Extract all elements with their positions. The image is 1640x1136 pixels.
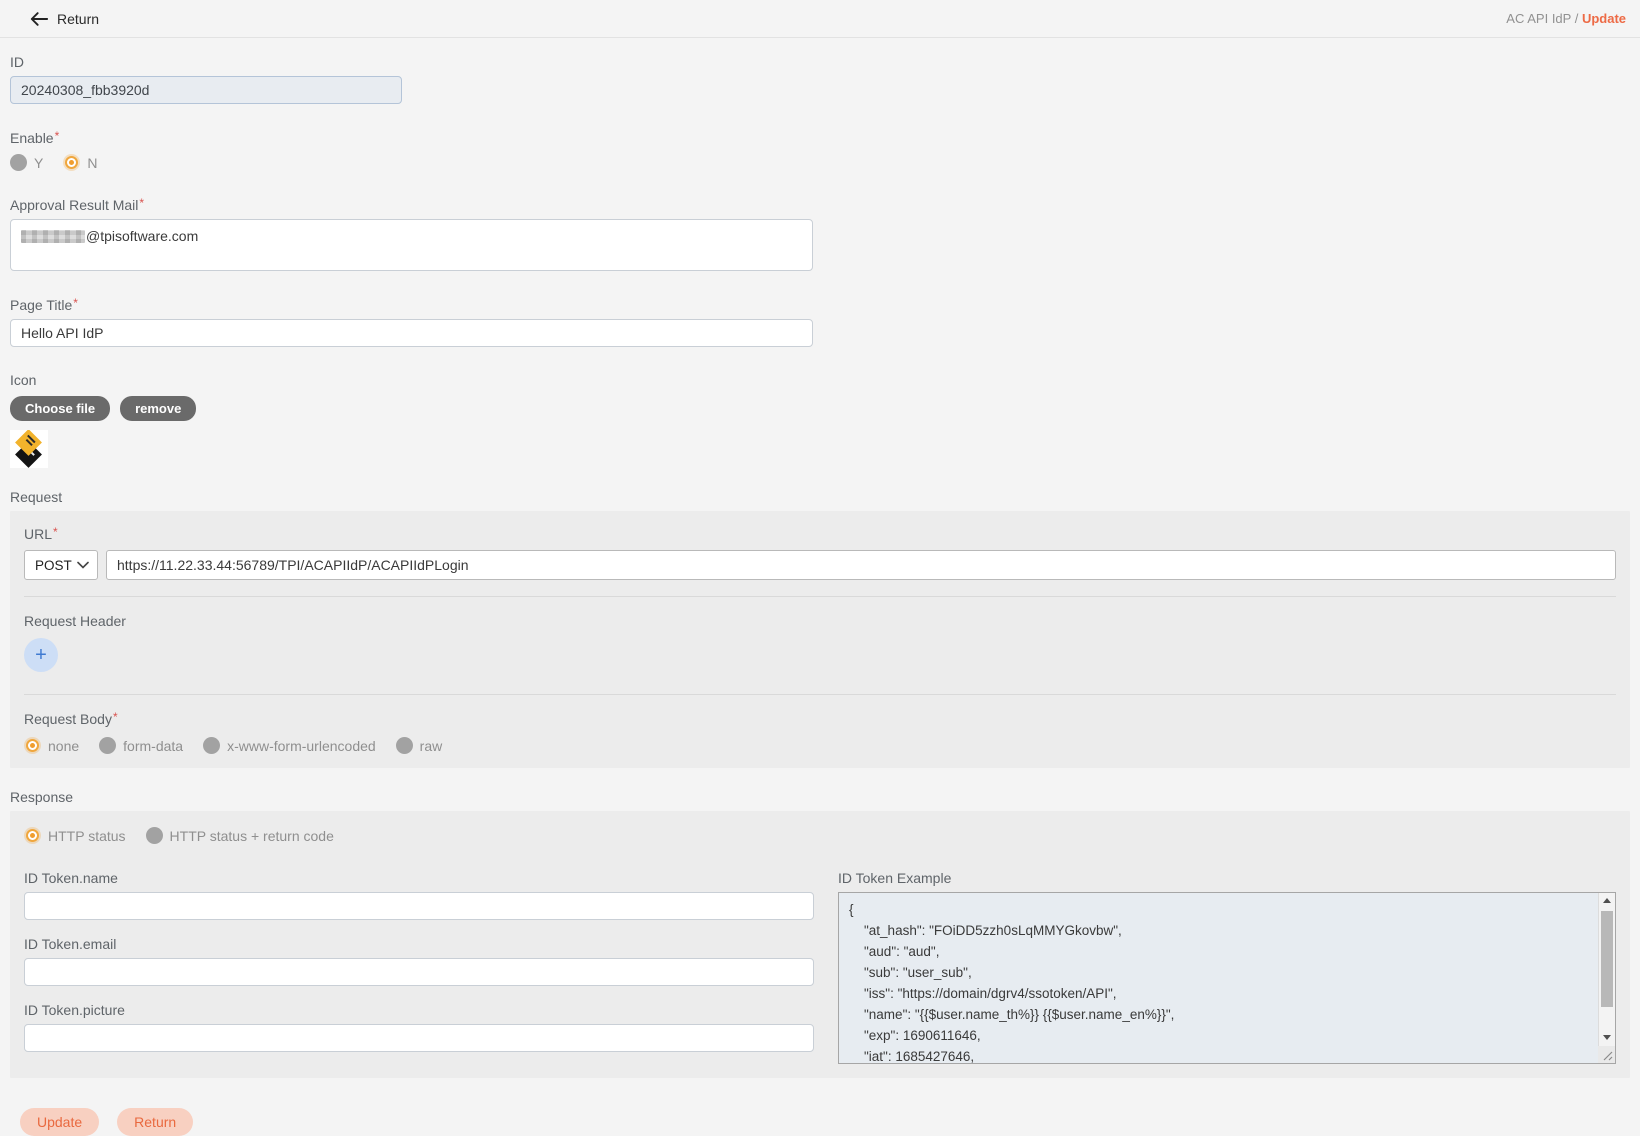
approval-mail-label: Approval Result Mail*	[10, 196, 1630, 213]
request-section-label: Request	[10, 489, 1630, 505]
response-columns: ID Token.name ID Token.email ID Token.pi…	[24, 870, 1616, 1064]
request-body-label: Request Body*	[24, 710, 1616, 727]
url-label-text: URL	[24, 526, 52, 542]
body-option-form-data[interactable]: form-data	[99, 737, 183, 754]
id-token-picture-input[interactable]	[24, 1024, 814, 1052]
vertical-scrollbar[interactable]	[1598, 893, 1615, 1063]
enable-option-y[interactable]: Y	[10, 154, 43, 171]
id-input	[10, 76, 402, 104]
radio-http-status-return-code[interactable]	[146, 827, 163, 844]
top-bar: Return AC API IdP / Update	[0, 0, 1640, 38]
enable-label: Enable*	[10, 129, 1630, 146]
resize-grip-icon[interactable]	[1598, 1046, 1615, 1063]
radio-n-selected[interactable]	[65, 156, 78, 169]
approval-mail-value: @tpisoftware.com	[86, 228, 198, 244]
response-radio-group: HTTP status HTTP status + return code	[24, 827, 1616, 844]
enable-option-n[interactable]: N	[63, 154, 97, 171]
radio-form-data[interactable]	[99, 737, 116, 754]
divider	[24, 694, 1616, 695]
body-option-urlencoded[interactable]: x-www-form-urlencoded	[203, 737, 376, 754]
radio-y-unselected[interactable]	[10, 154, 27, 171]
id-token-fields: ID Token.name ID Token.email ID Token.pi…	[24, 870, 814, 1064]
required-asterisk: *	[113, 710, 118, 724]
http-method-value: POST	[35, 558, 72, 573]
body-option-raw[interactable]: raw	[396, 737, 443, 754]
id-token-picture-label: ID Token.picture	[24, 1002, 814, 1018]
url-row: POST	[24, 550, 1616, 580]
footer-actions: Update Return	[20, 1108, 1630, 1136]
radio-urlencoded[interactable]	[203, 737, 220, 754]
response-option-http-status-return-code[interactable]: HTTP status + return code	[146, 827, 334, 844]
radio-none-label: none	[48, 738, 79, 754]
scroll-up-icon[interactable]	[1599, 893, 1616, 909]
radio-urlencoded-label: x-www-form-urlencoded	[227, 738, 376, 754]
breadcrumb: AC API IdP / Update	[1506, 11, 1626, 26]
id-token-email-input[interactable]	[24, 958, 814, 986]
id-token-example-textarea[interactable]: { "at_hash": "FOiDD5zzh0sLqMMYGkovbw", "…	[838, 892, 1616, 1064]
response-section-label: Response	[10, 789, 1630, 805]
approval-mail-label-text: Approval Result Mail	[10, 197, 138, 213]
request-header-label: Request Header	[24, 613, 1616, 629]
approval-mail-textarea[interactable]: @tpisoftware.com	[10, 219, 813, 271]
update-button[interactable]: Update	[20, 1108, 99, 1136]
return-link[interactable]: Return	[30, 11, 99, 27]
radio-raw-label: raw	[420, 738, 443, 754]
radio-y-label: Y	[34, 155, 43, 171]
breadcrumb-current: Update	[1582, 11, 1626, 26]
required-asterisk: *	[53, 525, 58, 539]
radio-http-status-label: HTTP status	[48, 828, 126, 844]
breadcrumb-section[interactable]: AC API IdP	[1506, 11, 1571, 26]
request-body-label-text: Request Body	[24, 711, 112, 727]
id-token-example-code: { "at_hash": "FOiDD5zzh0sLqMMYGkovbw", "…	[839, 893, 1615, 1064]
page-title-label: Page Title*	[10, 296, 1630, 313]
back-arrow-icon	[30, 11, 48, 27]
id-token-name-label: ID Token.name	[24, 870, 814, 886]
id-token-example-block: ID Token Example { "at_hash": "FOiDD5zzh…	[838, 870, 1616, 1064]
request-body-radio-group: none form-data x-www-form-urlencoded raw	[24, 737, 1616, 754]
enable-label-text: Enable	[10, 130, 54, 146]
url-label: URL*	[24, 525, 1616, 542]
chevron-down-icon	[77, 561, 89, 569]
request-panel: URL* POST Request Header + Request Body*…	[10, 511, 1630, 768]
body-option-none[interactable]: none	[24, 737, 79, 754]
page-title-input[interactable]	[10, 319, 813, 347]
radio-none-selected[interactable]	[26, 739, 39, 752]
return-button[interactable]: Return	[117, 1108, 193, 1136]
id-token-example-label: ID Token Example	[838, 870, 1616, 886]
response-option-http-status[interactable]: HTTP status	[24, 827, 126, 844]
redacted-email-prefix	[21, 230, 85, 243]
radio-http-status-selected[interactable]	[26, 829, 39, 842]
required-asterisk: *	[73, 296, 78, 310]
divider	[24, 596, 1616, 597]
icon-buttons: Choose file remove	[10, 396, 1630, 421]
id-token-name-input[interactable]	[24, 892, 814, 920]
scrollbar-thumb[interactable]	[1601, 911, 1613, 1007]
scroll-down-icon[interactable]	[1599, 1029, 1616, 1045]
radio-form-data-label: form-data	[123, 738, 183, 754]
required-asterisk: *	[139, 196, 144, 210]
response-panel: HTTP status HTTP status + return code ID…	[10, 811, 1630, 1078]
id-token-email-label: ID Token.email	[24, 936, 814, 952]
radio-http-status-return-code-label: HTTP status + return code	[170, 828, 334, 844]
enable-radio-group: Y N	[10, 154, 1630, 171]
http-method-select[interactable]: POST	[24, 550, 98, 580]
page-title-label-text: Page Title	[10, 297, 72, 313]
radio-n-label: N	[87, 155, 97, 171]
radio-raw[interactable]	[396, 737, 413, 754]
url-input[interactable]	[106, 550, 1616, 580]
breadcrumb-separator: /	[1571, 11, 1582, 26]
return-link-label: Return	[57, 11, 99, 27]
icon-label: Icon	[10, 372, 1630, 388]
choose-file-button[interactable]: Choose file	[10, 396, 110, 421]
id-label: ID	[10, 54, 1630, 70]
required-asterisk: *	[55, 129, 60, 143]
add-header-button[interactable]: +	[24, 638, 58, 672]
remove-file-button[interactable]: remove	[120, 396, 196, 421]
uploaded-icon-image	[10, 430, 48, 468]
